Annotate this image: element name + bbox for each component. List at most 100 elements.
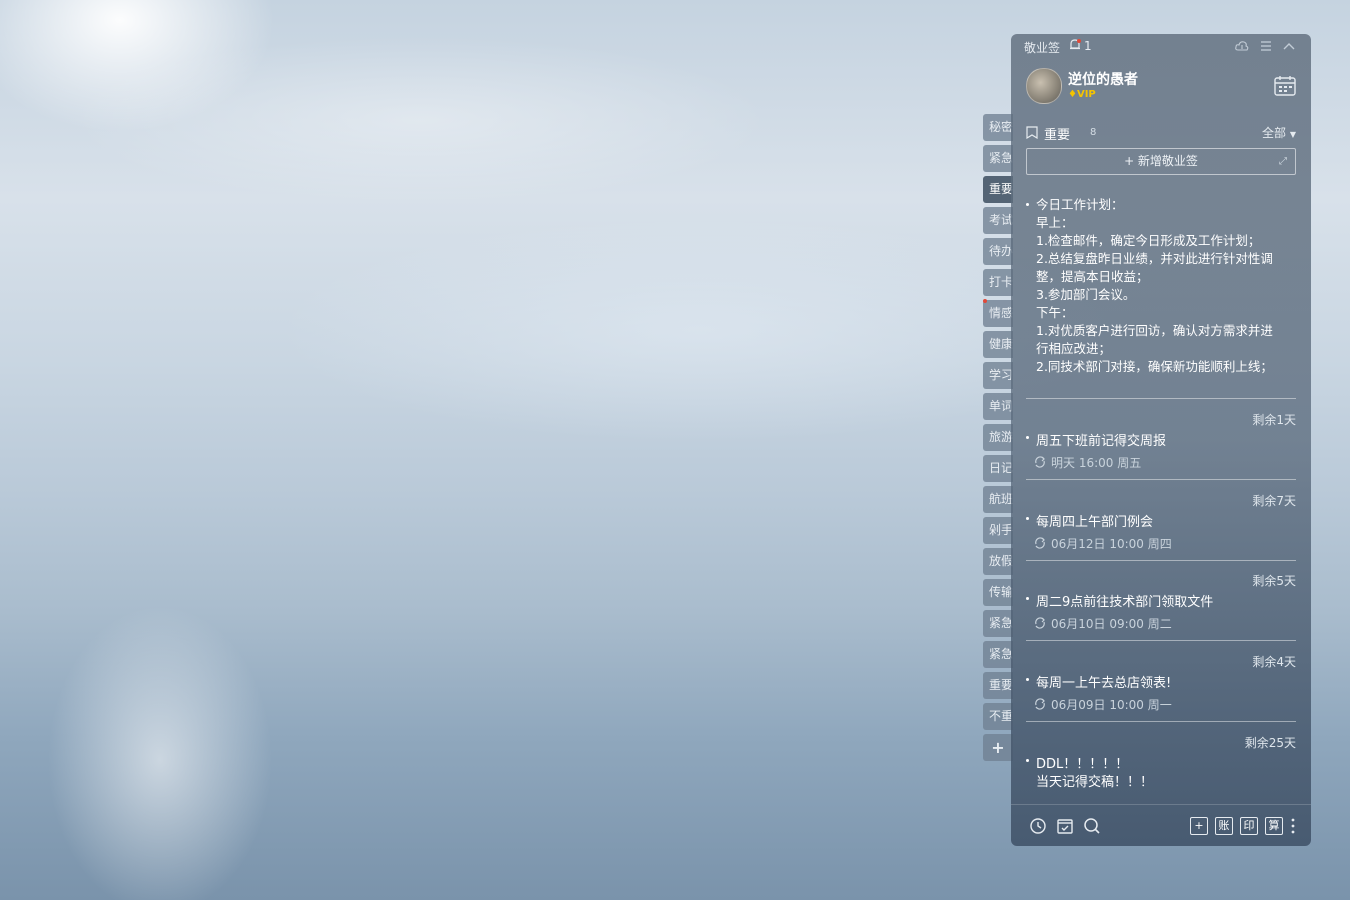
diamond-icon: ♦ bbox=[1068, 89, 1077, 100]
bell-icon[interactable] bbox=[1069, 38, 1081, 51]
bullet bbox=[1026, 759, 1029, 762]
print-button[interactable]: 印 bbox=[1240, 817, 1258, 835]
account-button[interactable]: 账 bbox=[1215, 817, 1233, 835]
title-bar: 敬业签 1 bbox=[1011, 34, 1311, 58]
repeat-icon bbox=[1035, 456, 1045, 468]
tab-category[interactable]: 秘密 bbox=[983, 114, 1013, 141]
tab-category[interactable]: 日记 bbox=[983, 455, 1013, 482]
search-icon[interactable] bbox=[1083, 817, 1101, 835]
remaining-days: 剩余1天 bbox=[1252, 413, 1296, 427]
tab-category[interactable]: 剁手 bbox=[983, 517, 1013, 544]
note-line: 整，提高本日收益； bbox=[1036, 269, 1149, 284]
note-item[interactable]: 剩余5天 周二9点前往技术部门领取文件 06月10日 09:00 周二 bbox=[1026, 572, 1296, 634]
checklist-icon[interactable] bbox=[1056, 817, 1074, 835]
notes-panel: 敬业签 1 逆位的愚者 ♦VIP 重要 8 全部 ▼ + 新增敬业签 ⤢ 今日工… bbox=[1011, 34, 1311, 846]
note-title: 周二9点前往技术部门领取文件 bbox=[1036, 595, 1214, 610]
tab-category[interactable]: 紧急 bbox=[983, 610, 1013, 637]
tab-category[interactable]: 旅游 bbox=[983, 424, 1013, 451]
calendar-icon[interactable] bbox=[1273, 74, 1297, 98]
tab-category-active[interactable]: 重要 bbox=[983, 176, 1013, 203]
tab-category[interactable]: 放假 bbox=[983, 548, 1013, 575]
tab-category[interactable]: 待办 bbox=[983, 238, 1013, 265]
tab-category[interactable]: 紧急 bbox=[983, 145, 1013, 172]
tab-category[interactable]: 传输 bbox=[983, 579, 1013, 606]
note-line: 1.检查邮件，确定今日形成及工作计划； bbox=[1036, 233, 1261, 248]
add-button[interactable]: + bbox=[1190, 817, 1208, 835]
caret-down-icon: ▼ bbox=[1289, 130, 1296, 139]
note-time: 06月10日 09:00 周二 bbox=[1051, 617, 1172, 631]
bullet bbox=[1026, 597, 1029, 600]
tab-category[interactable]: 不重 bbox=[983, 703, 1013, 730]
clock-icon[interactable] bbox=[1029, 817, 1047, 835]
username: 逆位的愚者 bbox=[1068, 72, 1138, 88]
note-title: DDL！！！！！ bbox=[1036, 757, 1129, 772]
note-item[interactable]: 剩余25天 DDL！！！！！ 当天记得交稿！！！ bbox=[1026, 734, 1296, 800]
expand-icon[interactable]: ⤢ bbox=[1279, 149, 1287, 174]
section-header: 重要 8 全部 ▼ bbox=[1026, 124, 1296, 143]
note-line: 2.同技术部门对接，确保新功能顺利上线； bbox=[1036, 359, 1273, 374]
add-note-button[interactable]: + 新增敬业签 ⤢ bbox=[1026, 148, 1296, 175]
tab-category[interactable]: 打卡 bbox=[983, 269, 1013, 296]
note-title-line2: 当天记得交稿！！！ bbox=[1036, 775, 1154, 790]
divider bbox=[1026, 398, 1296, 399]
tab-category[interactable]: 健康 bbox=[983, 331, 1013, 358]
avatar[interactable] bbox=[1026, 68, 1062, 104]
bullet bbox=[1026, 436, 1029, 439]
note-line: 行相应改进； bbox=[1036, 341, 1112, 356]
bullet bbox=[1026, 203, 1029, 206]
remaining-days: 剩余7天 bbox=[1252, 494, 1296, 508]
flag-icon bbox=[1026, 126, 1038, 139]
calculator-button[interactable]: 算 bbox=[1265, 817, 1283, 835]
add-note-label: + 新增敬业签 bbox=[1124, 154, 1198, 168]
add-category-button[interactable]: + bbox=[983, 734, 1013, 761]
tab-category[interactable]: 情感 bbox=[983, 300, 1013, 327]
notification-count: 1 bbox=[1084, 39, 1092, 53]
note-title: 每周四上午部门例会 bbox=[1036, 515, 1154, 530]
main-note[interactable]: 今日工作计划： 早上： 1.检查邮件，确定今日形成及工作计划； 2.总结复盘昨日… bbox=[1026, 196, 1298, 382]
footer-toolbar: + 账 印 算 bbox=[1011, 804, 1311, 847]
menu-icon[interactable] bbox=[1259, 39, 1273, 53]
bullet bbox=[1026, 678, 1029, 681]
note-line: 早上： bbox=[1036, 215, 1074, 230]
repeat-icon bbox=[1035, 537, 1045, 549]
app-title: 敬业签 bbox=[1024, 41, 1061, 55]
note-line: 3.参加部门会议。 bbox=[1036, 287, 1136, 302]
divider bbox=[1026, 560, 1296, 561]
remaining-days: 剩余5天 bbox=[1252, 574, 1296, 588]
divider bbox=[1026, 640, 1296, 641]
tab-category[interactable]: 单词 bbox=[983, 393, 1013, 420]
section-title: 重要 bbox=[1044, 128, 1071, 143]
collapse-icon[interactable] bbox=[1282, 39, 1296, 53]
tab-category[interactable]: 航班 bbox=[983, 486, 1013, 513]
tab-category[interactable]: 紧急 bbox=[983, 641, 1013, 668]
repeat-icon bbox=[1035, 617, 1045, 629]
divider bbox=[1026, 721, 1296, 722]
tab-category[interactable]: 学习 bbox=[983, 362, 1013, 389]
tab-category[interactable]: 考试 bbox=[983, 207, 1013, 234]
divider bbox=[1026, 479, 1296, 480]
bullet bbox=[1026, 517, 1029, 520]
note-time: 06月09日 10:00 周一 bbox=[1051, 698, 1172, 712]
cloud-sync-icon[interactable] bbox=[1235, 39, 1249, 53]
note-time: 明天 16:00 周五 bbox=[1051, 456, 1142, 470]
filter-dropdown[interactable]: 全部 ▼ bbox=[1262, 124, 1296, 141]
unread-dot bbox=[983, 299, 987, 303]
note-line: 下午： bbox=[1036, 305, 1074, 320]
vip-label: VIP bbox=[1076, 89, 1096, 100]
remaining-days: 剩余4天 bbox=[1252, 655, 1296, 669]
note-item[interactable]: 剩余1天 周五下班前记得交周报 明天 16:00 周五 bbox=[1026, 411, 1296, 473]
note-line: 2.总结复盘昨日业绩，并对此进行针对性调 bbox=[1036, 251, 1273, 266]
note-line: 今日工作计划： bbox=[1036, 197, 1124, 212]
note-title: 周五下班前记得交周报 bbox=[1036, 434, 1167, 449]
note-item[interactable]: 剩余4天 每周一上午去总店领表! 06月09日 10:00 周一 bbox=[1026, 653, 1296, 715]
note-title: 每周一上午去总店领表! bbox=[1036, 676, 1172, 691]
note-line: 1.对优质客户进行回访，确认对方需求并进 bbox=[1036, 323, 1273, 338]
note-item[interactable]: 剩余7天 每周四上午部门例会 06月12日 10:00 周四 bbox=[1026, 492, 1296, 554]
vip-badge: ♦VIP bbox=[1068, 89, 1096, 100]
remaining-days: 剩余25天 bbox=[1244, 736, 1296, 750]
tab-category[interactable]: 重要 bbox=[983, 672, 1013, 699]
section-count: 8 bbox=[1090, 127, 1097, 138]
more-icon[interactable] bbox=[1291, 817, 1295, 835]
filter-label: 全部 bbox=[1262, 126, 1287, 140]
repeat-icon bbox=[1035, 698, 1045, 710]
